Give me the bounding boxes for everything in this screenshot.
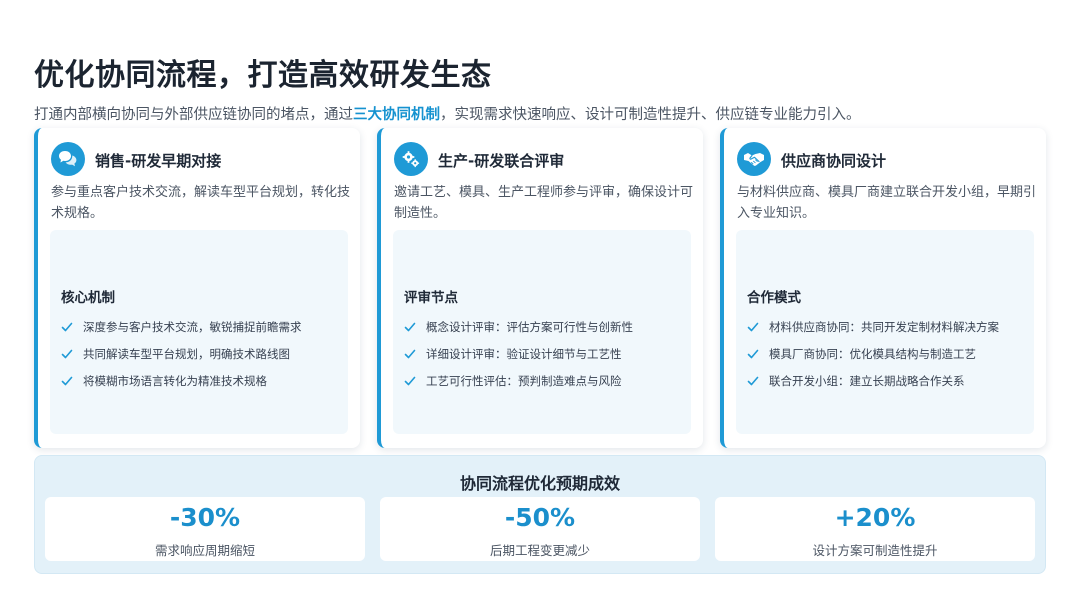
page-title: 优化协同流程，打造高效研发生态 (34, 58, 492, 93)
metric-label: 设计方案可制造性提升 (812, 543, 938, 558)
list-item: 概念设计评审：评估方案可行性与创新性 (404, 313, 633, 340)
card-supplier-design: 供应商协同设计 与材料供应商、模具厂商建立联合开发小组，早期引入专业知识。 合作… (720, 128, 1046, 448)
list-item-text: 联合开发小组：建立长期战略合作关系 (769, 373, 965, 388)
metric-label: 后期工程变更减少 (489, 543, 590, 558)
check-icon (404, 376, 416, 385)
page-subtitle: 打通内部横向协同与外部供应链协同的堵点，通过三大协同机制，实现需求快速响应、设计… (34, 103, 861, 124)
list-item: 模具厂商协同：优化模具结构与制造工艺 (747, 340, 999, 367)
list-item-text: 概念设计评审：评估方案可行性与创新性 (426, 319, 633, 334)
gears-icon (394, 142, 428, 176)
panel-title: 评审节点 (404, 290, 458, 306)
list-item: 详细设计评审：验证设计细节与工艺性 (404, 340, 633, 367)
check-icon (404, 322, 416, 331)
list-item: 深度参与客户技术交流，敏锐捕捉前瞻需求 (61, 313, 302, 340)
mechanism-panel: 核心机制 深度参与客户技术交流，敏锐捕捉前瞻需求 共同解读车型平台规划，明确技术… (50, 230, 348, 434)
metric-value: -50% (504, 503, 576, 532)
subtitle-text-pre: 打通内部横向协同与外部供应链协同的堵点，通过 (34, 107, 353, 123)
list-item: 将模糊市场语言转化为精准技术规格 (61, 367, 302, 394)
panel-title: 合作模式 (747, 290, 801, 306)
checklist: 材料供应商协同：共同开发定制材料解决方案 模具厂商协同：优化模具结构与制造工艺 … (747, 313, 999, 394)
check-icon (61, 349, 73, 358)
card-sales-rd: 销售-研发早期对接 参与重点客户技术交流，解读车型平台规划，转化技术规格。 核心… (34, 128, 360, 448)
list-item-text: 详细设计评审：验证设计细节与工艺性 (426, 346, 622, 361)
list-item-text: 深度参与客户技术交流，敏锐捕捉前瞻需求 (83, 319, 302, 334)
check-icon (747, 349, 759, 358)
card-description: 参与重点客户技术交流，解读车型平台规划，转化技术规格。 (51, 185, 351, 221)
card-title: 生产-研发联合评审 (438, 152, 565, 170)
card-description: 与材料供应商、模具厂商建立联合开发小组，早期引入专业知识。 (737, 185, 1037, 221)
panel-title: 核心机制 (61, 290, 115, 306)
list-item-text: 将模糊市场语言转化为精准技术规格 (83, 373, 267, 388)
list-item-text: 材料供应商协同：共同开发定制材料解决方案 (769, 319, 999, 334)
card-title: 销售-研发早期对接 (95, 152, 222, 170)
list-item: 材料供应商协同：共同开发定制材料解决方案 (747, 313, 999, 340)
check-icon (747, 376, 759, 385)
checklist: 概念设计评审：评估方案可行性与创新性 详细设计评审：验证设计细节与工艺性 工艺可… (404, 313, 633, 394)
check-icon (747, 322, 759, 331)
check-icon (61, 376, 73, 385)
expected-results-panel: 协同流程优化预期成效 -30% 需求响应周期缩短 -50% 后期工程变更减少 +… (34, 455, 1046, 574)
card-description: 邀请工艺、模具、生产工程师参与评审，确保设计可制造性。 (394, 185, 694, 221)
checklist: 深度参与客户技术交流，敏锐捕捉前瞻需求 共同解读车型平台规划，明确技术路线图 将… (61, 313, 302, 394)
card-production-rd: 生产-研发联合评审 邀请工艺、模具、生产工程师参与评审，确保设计可制造性。 评审… (377, 128, 703, 448)
review-panel: 评审节点 概念设计评审：评估方案可行性与创新性 详细设计评审：验证设计细节与工艺… (393, 230, 691, 434)
metric-card: -30% 需求响应周期缩短 (45, 497, 365, 561)
chat-bubbles-icon (51, 142, 85, 176)
check-icon (61, 322, 73, 331)
list-item: 联合开发小组：建立长期战略合作关系 (747, 367, 999, 394)
list-item-text: 工艺可行性评估：预判制造难点与风险 (426, 373, 622, 388)
list-item: 工艺可行性评估：预判制造难点与风险 (404, 367, 633, 394)
list-item-text: 共同解读车型平台规划，明确技术路线图 (83, 346, 290, 361)
cooperation-panel: 合作模式 材料供应商协同：共同开发定制材料解决方案 模具厂商协同：优化模具结构与… (736, 230, 1034, 434)
handshake-icon (737, 142, 771, 176)
check-icon (404, 349, 416, 358)
metric-value: -30% (169, 503, 241, 532)
metric-label: 需求响应周期缩短 (154, 543, 255, 558)
metric-value: +20% (834, 503, 916, 532)
metric-card: -50% 后期工程变更减少 (380, 497, 700, 561)
list-item: 共同解读车型平台规划，明确技术路线图 (61, 340, 302, 367)
results-title: 协同流程优化预期成效 (459, 474, 620, 493)
metric-card: +20% 设计方案可制造性提升 (715, 497, 1035, 561)
list-item-text: 模具厂商协同：优化模具结构与制造工艺 (769, 346, 976, 361)
subtitle-text-post: ，实现需求快速响应、设计可制造性提升、供应链专业能力引入。 (440, 107, 861, 123)
subtitle-highlight: 三大协同机制 (353, 107, 440, 123)
card-title: 供应商协同设计 (781, 152, 887, 170)
